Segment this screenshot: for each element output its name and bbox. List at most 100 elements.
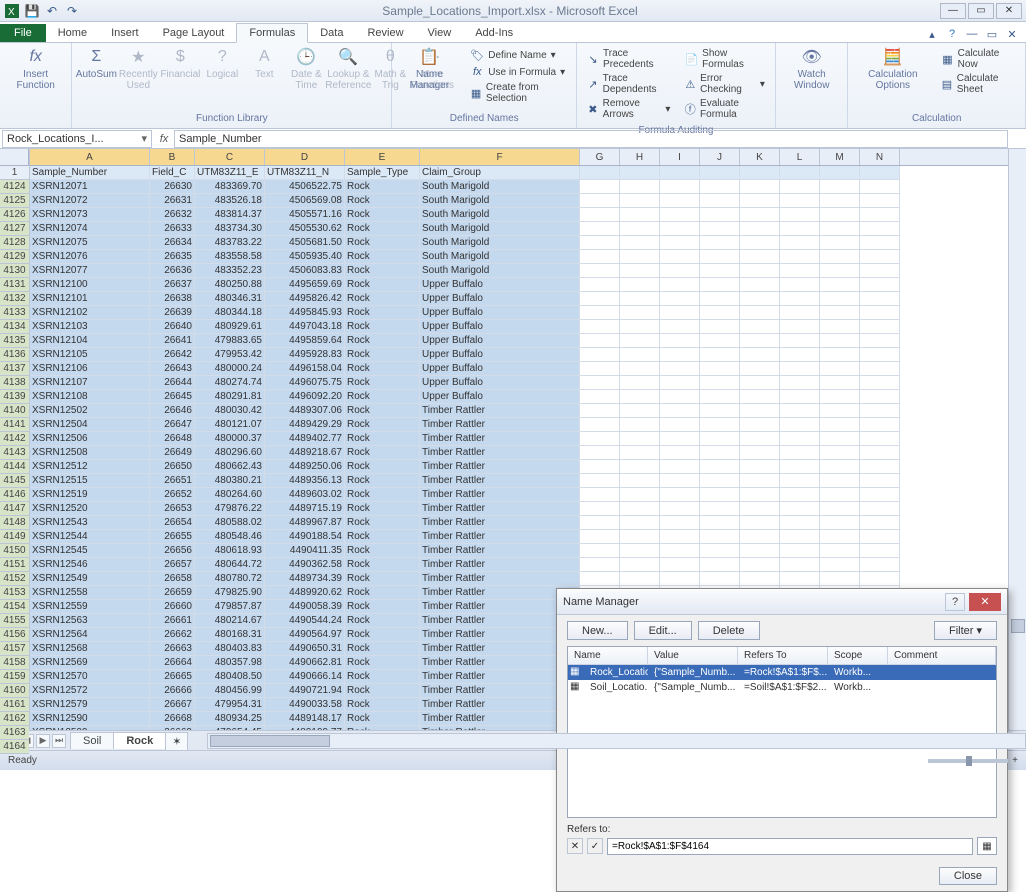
data-cell[interactable]: XSRN12077 [30, 264, 150, 278]
minimize-button[interactable]: — [940, 3, 966, 19]
row-header[interactable]: 4134 [0, 320, 29, 334]
data-cell[interactable]: 4490564.97 [265, 628, 345, 642]
data-cell[interactable]: 4495859.64 [265, 334, 345, 348]
row-header[interactable]: 4128 [0, 236, 29, 250]
data-cell[interactable]: Rock [345, 390, 420, 404]
list-item[interactable]: ▦ Rock_Locatio... {"Sample_Numb... =Rock… [568, 665, 996, 680]
data-cell[interactable]: 26665 [150, 670, 195, 684]
row-header[interactable]: 4126 [0, 208, 29, 222]
data-cell[interactable]: 480214.67 [195, 614, 265, 628]
data-cell[interactable]: XSRN12543 [30, 516, 150, 530]
data-cell[interactable]: Upper Buffalo [420, 376, 580, 390]
dialog-close-icon[interactable]: ✕ [969, 593, 1001, 611]
data-cell[interactable]: Timber Rattler [420, 572, 580, 586]
data-cell[interactable]: XSRN12105 [30, 348, 150, 362]
data-cell[interactable]: 483352.23 [195, 264, 265, 278]
remove-arrows-button[interactable]: ✖Remove Arrows ▾ [585, 97, 672, 121]
data-cell[interactable]: 26651 [150, 474, 195, 488]
data-cell[interactable]: 26644 [150, 376, 195, 390]
data-cell[interactable]: Timber Rattler [420, 432, 580, 446]
data-cell[interactable]: 4489148.17 [265, 712, 345, 726]
data-cell[interactable]: XSRN12106 [30, 362, 150, 376]
data-cell[interactable]: 480344.18 [195, 306, 265, 320]
data-cell[interactable]: XSRN12076 [30, 250, 150, 264]
data-cell[interactable]: South Marigold [420, 250, 580, 264]
edit-button[interactable]: Edit... [634, 621, 692, 640]
row-header[interactable]: 4164 [0, 740, 29, 754]
data-cell[interactable]: Rock [345, 502, 420, 516]
header-cell[interactable]: Claim_Group [420, 166, 580, 180]
data-cell[interactable]: 26638 [150, 292, 195, 306]
data-cell[interactable]: Rock [345, 264, 420, 278]
data-cell[interactable]: Rock [345, 418, 420, 432]
data-cell[interactable]: 4490666.14 [265, 670, 345, 684]
data-cell[interactable]: Timber Rattler [420, 404, 580, 418]
data-cell[interactable]: 483369.70 [195, 180, 265, 194]
row-header[interactable]: 4135 [0, 334, 29, 348]
column-header[interactable]: K [740, 149, 780, 165]
data-cell[interactable]: 479857.87 [195, 600, 265, 614]
data-cell[interactable]: 480000.24 [195, 362, 265, 376]
data-cell[interactable]: 26637 [150, 278, 195, 292]
data-cell[interactable]: Rock [345, 642, 420, 656]
data-cell[interactable]: 26641 [150, 334, 195, 348]
data-cell[interactable]: 483734.30 [195, 222, 265, 236]
row-header[interactable]: 1 [0, 166, 29, 180]
accept-icon[interactable]: ✓ [587, 838, 603, 854]
doc-restore-icon[interactable]: ▭ [984, 26, 1000, 42]
data-cell[interactable]: XSRN12102 [30, 306, 150, 320]
data-cell[interactable]: Timber Rattler [420, 502, 580, 516]
data-cell[interactable]: 4489250.06 [265, 460, 345, 474]
maximize-button[interactable]: ▭ [968, 3, 994, 19]
data-cell[interactable]: XSRN12506 [30, 432, 150, 446]
create-from-selection-button[interactable]: ▦Create from Selection [468, 81, 568, 105]
data-cell[interactable]: XSRN12579 [30, 698, 150, 712]
data-cell[interactable]: 26630 [150, 180, 195, 194]
row-header[interactable]: 4125 [0, 194, 29, 208]
zoom-in-icon[interactable]: + [1012, 755, 1018, 766]
header-cell[interactable]: Sample_Number [30, 166, 150, 180]
row-header[interactable]: 4143 [0, 446, 29, 460]
data-cell[interactable]: XSRN12570 [30, 670, 150, 684]
fx-button[interactable]: fx [154, 133, 174, 145]
data-cell[interactable]: XSRN12572 [30, 684, 150, 698]
row-header[interactable]: 4138 [0, 376, 29, 390]
text-button[interactable]: AText [244, 45, 284, 82]
data-cell[interactable]: 480934.25 [195, 712, 265, 726]
row-header[interactable]: 4149 [0, 530, 29, 544]
row-header[interactable]: 4140 [0, 404, 29, 418]
column-header[interactable]: E [345, 149, 420, 165]
data-cell[interactable]: Rock [345, 236, 420, 250]
data-cell[interactable]: 480548.46 [195, 530, 265, 544]
data-cell[interactable]: 26669 [150, 726, 195, 730]
tab-formulas[interactable]: Formulas [236, 23, 308, 43]
data-cell[interactable]: Rock [345, 194, 420, 208]
data-cell[interactable]: XSRN12544 [30, 530, 150, 544]
data-cell[interactable]: XSRN12569 [30, 656, 150, 670]
row-header[interactable]: 4160 [0, 684, 29, 698]
data-cell[interactable]: Rock [345, 530, 420, 544]
data-cell[interactable]: 4505935.40 [265, 250, 345, 264]
data-cell[interactable]: Rock [345, 222, 420, 236]
data-cell[interactable]: XSRN12512 [30, 460, 150, 474]
row-header[interactable]: 4136 [0, 348, 29, 362]
data-cell[interactable]: Timber Rattler [420, 474, 580, 488]
data-cell[interactable]: 26640 [150, 320, 195, 334]
data-cell[interactable]: 26663 [150, 642, 195, 656]
formula-input[interactable]: Sample_Number [174, 130, 1008, 148]
data-cell[interactable]: 4495928.83 [265, 348, 345, 362]
use-in-formula-button[interactable]: fxUse in Formula ▾ [468, 64, 568, 80]
data-cell[interactable]: Rock [345, 600, 420, 614]
data-cell[interactable]: XSRN12558 [30, 586, 150, 600]
tab-file[interactable]: File [0, 24, 46, 42]
data-cell[interactable]: XSRN12107 [30, 376, 150, 390]
data-cell[interactable]: 26649 [150, 446, 195, 460]
data-cell[interactable]: South Marigold [420, 208, 580, 222]
data-cell[interactable]: Rock [345, 474, 420, 488]
dialog-help-icon[interactable]: ? [945, 593, 965, 611]
header-cell[interactable]: Sample_Type [345, 166, 420, 180]
data-cell[interactable]: Upper Buffalo [420, 292, 580, 306]
header-cell[interactable]: Field_C [150, 166, 195, 180]
data-cell[interactable]: 26657 [150, 558, 195, 572]
data-cell[interactable]: Rock [345, 180, 420, 194]
